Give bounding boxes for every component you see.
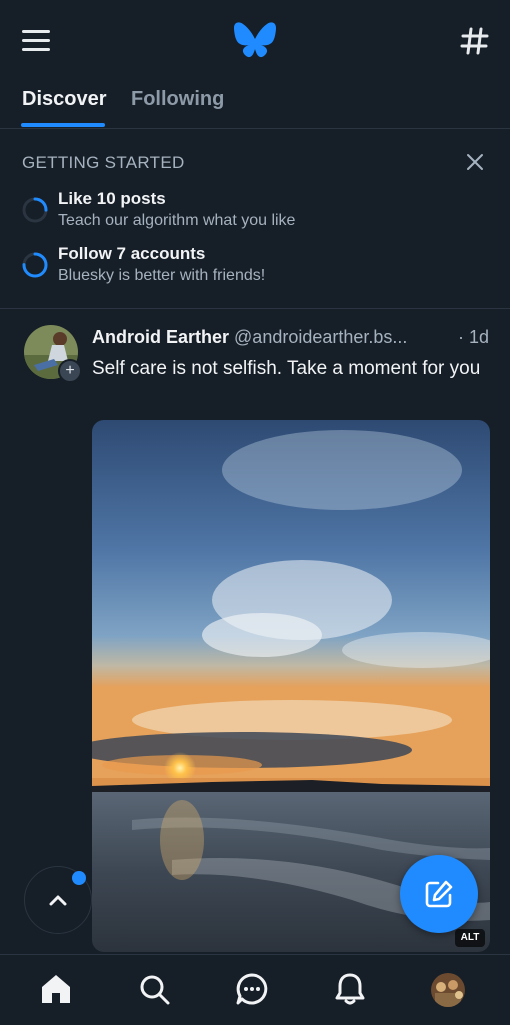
post-header: Android Earther @androidearther.bs...	[92, 327, 492, 353]
new-posts-indicator	[72, 871, 86, 885]
bottom-navigation	[0, 954, 510, 1025]
hamburger-menu-icon[interactable]	[22, 30, 50, 52]
progress-ring-icon	[22, 252, 48, 278]
tab-following[interactable]: Following	[131, 88, 224, 111]
home-icon[interactable]	[38, 971, 74, 1007]
task-title: Follow 7 accounts	[58, 244, 206, 263]
chevron-up-icon	[49, 895, 67, 906]
getting-started-card: GETTING STARTED Like 10 posts Teach our …	[0, 129, 510, 309]
task-subtitle: Teach our algorithm what you like	[58, 212, 296, 229]
bluesky-butterfly-icon[interactable]	[234, 22, 276, 60]
alt-text-badge[interactable]: ALT	[455, 929, 485, 947]
task-follow-accounts[interactable]: Follow 7 accounts Bluesky is better with…	[22, 244, 482, 290]
author-name[interactable]: Android Earther	[92, 327, 229, 347]
top-bar	[0, 0, 510, 80]
hash-icon[interactable]	[460, 26, 490, 56]
feed-tabs: Discover Following	[0, 80, 510, 129]
search-icon[interactable]	[136, 971, 172, 1007]
post-text: Self care is not selfish. Take a moment …	[92, 358, 481, 379]
progress-ring-icon	[22, 197, 48, 223]
profile-avatar[interactable]	[431, 973, 465, 1007]
author-handle[interactable]: @androidearther.bs...	[234, 327, 407, 347]
active-tab-indicator	[21, 123, 105, 127]
chat-icon[interactable]	[234, 971, 270, 1007]
task-title: Like 10 posts	[58, 189, 166, 208]
close-icon[interactable]	[466, 153, 484, 171]
tab-discover[interactable]: Discover	[22, 88, 107, 111]
bell-icon[interactable]	[332, 971, 368, 1007]
task-subtitle: Bluesky is better with friends!	[58, 267, 266, 284]
follow-plus-icon[interactable]: +	[58, 359, 82, 383]
post-timestamp: · 1d	[458, 327, 490, 347]
getting-started-title: GETTING STARTED	[22, 153, 185, 172]
compose-icon	[425, 880, 453, 908]
compose-button[interactable]	[400, 855, 478, 933]
task-like-posts[interactable]: Like 10 posts Teach our algorithm what y…	[22, 189, 482, 235]
